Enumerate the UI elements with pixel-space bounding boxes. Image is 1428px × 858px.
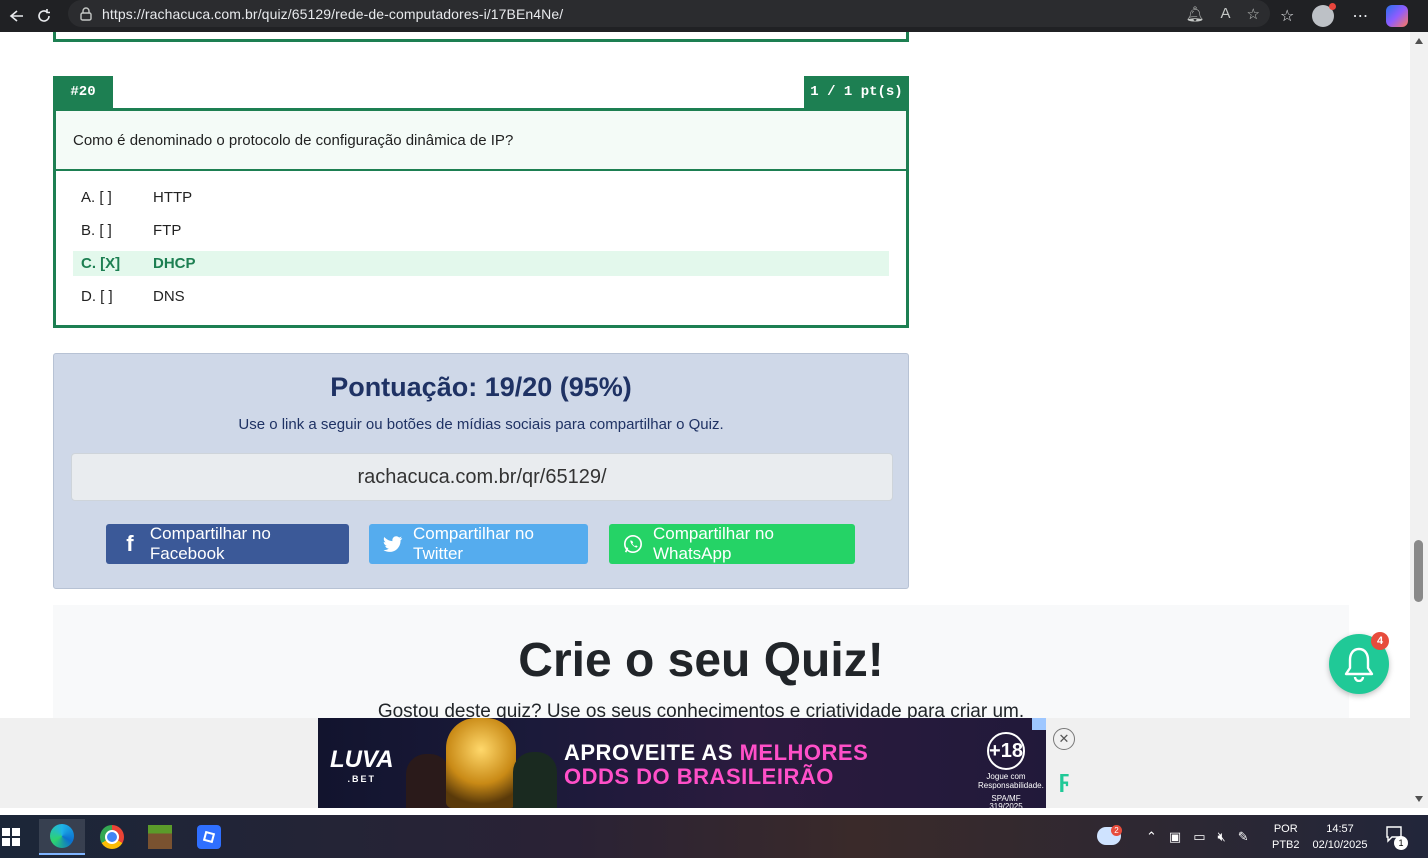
answer-letter: A. [ ] bbox=[81, 189, 112, 206]
twitter-icon bbox=[383, 533, 403, 555]
network-icon[interactable]: ▭ bbox=[1193, 829, 1205, 845]
score-title: Pontuação: 19/20 (95%) bbox=[330, 372, 632, 402]
minecraft-icon bbox=[148, 825, 172, 849]
answer-list: A. [ ] HTTP B. [ ] FTP C. [X] DHCP D. [ … bbox=[56, 171, 906, 309]
roblox-icon bbox=[197, 825, 221, 849]
ad-choices-icon[interactable] bbox=[1032, 718, 1046, 730]
weather-badge: 2 bbox=[1111, 825, 1122, 836]
facebook-icon: f bbox=[126, 531, 134, 556]
question-points: 1 / 1 pt(s) bbox=[804, 76, 909, 108]
ad-banner[interactable]: LUVA .BET APROVEITE AS MELHORES ODDS DO … bbox=[318, 718, 1046, 808]
create-quiz-title: Crie o seu Quiz! bbox=[518, 634, 884, 687]
taskbar-edge[interactable] bbox=[39, 819, 85, 855]
lock-icon bbox=[80, 6, 94, 21]
score-subtitle: Use o link a seguir ou botões de mídias … bbox=[238, 416, 724, 433]
question-number: #20 bbox=[53, 76, 113, 108]
ad-age-notice: +18 Jogue com Responsabilidade. SPA/MF 3… bbox=[978, 732, 1044, 808]
answer-text: HTTP bbox=[153, 189, 193, 206]
share-twitter-label: Compartilhar no Twitter bbox=[413, 524, 534, 563]
bell-icon[interactable]: 🔔︎ bbox=[1185, 5, 1204, 23]
share-facebook-label: Compartilhar no Facebook bbox=[149, 524, 271, 563]
notification-count-badge: 1 bbox=[1394, 836, 1408, 850]
scroll-up-icon[interactable] bbox=[1415, 38, 1423, 44]
notification-badge: 4 bbox=[1371, 632, 1389, 650]
answer-text: FTP bbox=[153, 222, 182, 239]
whatsapp-icon bbox=[623, 533, 643, 555]
favorites-icon[interactable]: ☆ bbox=[1280, 6, 1294, 26]
share-whatsapp-label: Compartilhar no WhatsApp bbox=[653, 524, 774, 563]
address-bar[interactable]: https://rachacuca.com.br/quiz/65129/rede… bbox=[68, 0, 1270, 27]
clock-date: 02/10/2025 bbox=[1312, 839, 1368, 851]
answer-letter: C. [X] bbox=[81, 255, 121, 272]
bell-icon bbox=[1344, 647, 1374, 682]
copilot-icon[interactable] bbox=[1386, 5, 1409, 27]
profile-avatar[interactable] bbox=[1312, 3, 1337, 27]
meet-now-icon[interactable]: ▣ bbox=[1169, 829, 1181, 845]
volume-muted-icon[interactable]: 🔇︎ bbox=[1218, 829, 1226, 845]
ad-trophy-image bbox=[446, 718, 516, 808]
score-panel: Pontuação: 19/20 (95%) Use o link a segu… bbox=[53, 353, 909, 589]
ad-headline-2: ODDS DO BRASILEIRÃO bbox=[564, 764, 834, 789]
pen-icon[interactable]: ✎ bbox=[1238, 829, 1249, 845]
clock[interactable]: 14:57 02/10/2025 bbox=[1308, 821, 1372, 853]
ad-headline-1: APROVEITE AS MELHORES bbox=[564, 740, 869, 765]
answer-option-d: D. [ ] DNS bbox=[73, 284, 889, 309]
start-menu-icon[interactable] bbox=[2, 828, 20, 846]
browser-toolbar: https://rachacuca.com.br/quiz/65129/rede… bbox=[0, 0, 1428, 32]
ad-player-left bbox=[406, 754, 450, 808]
url-text: https://rachacuca.com.br/quiz/65129/rede… bbox=[102, 5, 564, 22]
language-indicator[interactable]: POR PTB2 bbox=[1272, 821, 1300, 853]
clock-time: 14:57 bbox=[1326, 823, 1354, 835]
share-link-field[interactable]: rachacuca.com.br/qr/65129/ bbox=[71, 453, 893, 501]
question-box: Como é denominado o protocolo de configu… bbox=[53, 108, 909, 328]
taskbar-chrome[interactable] bbox=[89, 819, 135, 855]
scroll-down-icon[interactable] bbox=[1415, 796, 1423, 802]
answer-text: DHCP bbox=[153, 255, 196, 272]
more-menu-icon[interactable]: ⋯ bbox=[1352, 6, 1368, 26]
ad-logo: LUVA .BET bbox=[330, 746, 394, 784]
answer-option-c: C. [X] DHCP bbox=[73, 251, 889, 276]
answer-letter: D. [ ] bbox=[81, 288, 113, 305]
question-text: Como é denominado o protocolo de configu… bbox=[56, 111, 906, 171]
favorite-star-icon[interactable]: ☆ bbox=[1247, 5, 1260, 23]
ad-banner-bar: LUVA .BET APROVEITE AS MELHORES ODDS DO … bbox=[0, 718, 1410, 808]
system-tray: ⌃ ▣ ▭ 🔇︎ ✎ bbox=[1146, 815, 1249, 858]
refresh-icon[interactable] bbox=[28, 0, 60, 32]
share-twitter-button[interactable]: Compartilhar no Twitter bbox=[369, 524, 588, 564]
answer-letter: B. [ ] bbox=[81, 222, 112, 239]
edge-icon bbox=[50, 824, 74, 848]
previous-question-box bbox=[53, 32, 909, 42]
page-content: #20 1 / 1 pt(s) Como é denominado o prot… bbox=[0, 32, 1410, 808]
page-scrollbar[interactable] bbox=[1410, 32, 1428, 808]
ad-close-icon[interactable]: ✕ bbox=[1053, 728, 1075, 750]
ad-provider-icon[interactable]: ϝ bbox=[1052, 766, 1076, 793]
scrollbar-thumb[interactable] bbox=[1414, 540, 1423, 602]
ad-player-right bbox=[513, 752, 557, 808]
chrome-icon bbox=[100, 825, 124, 849]
share-whatsapp-button[interactable]: Compartilhar no WhatsApp bbox=[609, 524, 855, 564]
read-aloud-icon[interactable]: A bbox=[1221, 5, 1231, 23]
taskbar-roblox[interactable] bbox=[186, 819, 232, 855]
chevron-up-icon[interactable]: ⌃ bbox=[1146, 829, 1157, 845]
answer-text: DNS bbox=[153, 288, 185, 305]
windows-taskbar: 2 ⌃ ▣ ▭ 🔇︎ ✎ POR PTB2 14:57 02/10/2025 1 bbox=[0, 815, 1428, 858]
answer-option-a: A. [ ] HTTP bbox=[73, 185, 889, 210]
share-facebook-button[interactable]: f Compartilhar no Facebook bbox=[106, 524, 349, 564]
answer-option-b: B. [ ] FTP bbox=[73, 218, 889, 243]
taskbar-minecraft[interactable] bbox=[137, 819, 183, 855]
